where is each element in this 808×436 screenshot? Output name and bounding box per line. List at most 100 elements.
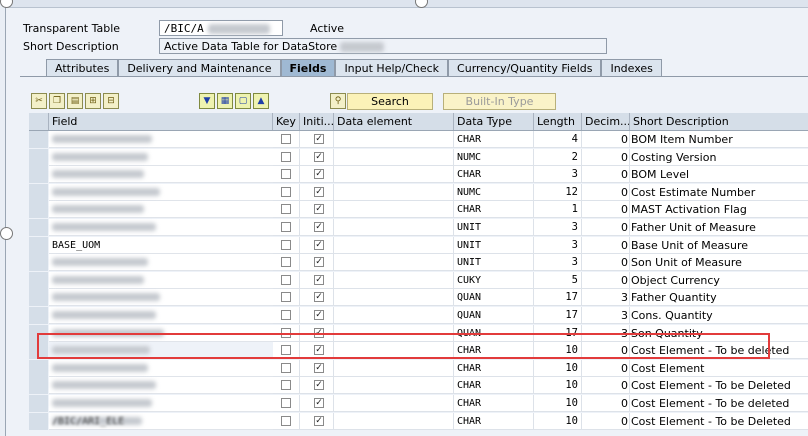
key-checkbox[interactable] [281, 257, 291, 268]
table-row[interactable]: ✓ CHAR 3 0 BOM Level [29, 166, 808, 185]
initial-cell[interactable]: ✓ [300, 201, 334, 219]
table-row[interactable]: ✓ CHAR 10 0 Cost Element - To be Deleted [29, 377, 808, 396]
search-button[interactable]: Search [347, 93, 433, 110]
length-cell[interactable]: 5 [534, 271, 582, 289]
data-element-cell[interactable] [334, 254, 454, 272]
initial-cell[interactable]: ✓ [300, 148, 334, 166]
initial-cell[interactable]: ✓ [300, 412, 334, 430]
row-selector[interactable] [29, 412, 48, 431]
column-header-field[interactable]: Field [49, 113, 273, 130]
key-cell[interactable] [273, 342, 300, 360]
field-name-cell[interactable] [49, 377, 273, 395]
initial-checkbox[interactable]: ✓ [314, 398, 324, 408]
decimals-cell[interactable]: 0 [582, 183, 630, 201]
key-cell[interactable] [273, 359, 300, 377]
decimals-cell[interactable]: 0 [582, 271, 630, 289]
row-selector[interactable] [29, 236, 48, 255]
row-selector[interactable] [29, 359, 48, 378]
initial-cell[interactable]: ✓ [300, 289, 334, 307]
decimals-cell[interactable]: 0 [582, 166, 630, 184]
key-cell[interactable] [273, 307, 300, 324]
length-cell[interactable]: 3 [534, 254, 582, 272]
table-row[interactable]: ✓ CHAR 10 0 Cost Element - To be deleted [29, 342, 808, 361]
key-checkbox[interactable] [281, 292, 291, 303]
tab-input-help-check[interactable]: Input Help/Check [335, 59, 449, 76]
table-row[interactable]: ✓ CHAR 10 0 Cost Element [29, 359, 808, 378]
initial-checkbox[interactable]: ✓ [314, 204, 324, 215]
decimals-cell[interactable]: 0 [582, 412, 630, 430]
data-type-cell[interactable]: CHAR [454, 166, 534, 184]
length-cell[interactable]: 17 [534, 324, 582, 342]
data-type-cell[interactable]: UNIT [454, 236, 534, 254]
data-element-cell[interactable] [334, 342, 454, 360]
length-cell[interactable]: 10 [534, 412, 582, 430]
key-cell[interactable] [273, 183, 300, 201]
table-row[interactable]: BASE_UOM ✓ UNIT 3 0 Base Unit of Measure [29, 236, 808, 255]
initial-checkbox[interactable]: ✓ [314, 274, 324, 285]
row-selector-header[interactable] [29, 113, 49, 130]
key-checkbox[interactable] [281, 345, 291, 356]
data-type-cell[interactable]: CHAR [454, 201, 534, 219]
initial-cell[interactable]: ✓ [300, 236, 334, 254]
decimals-cell[interactable]: 0 [582, 219, 630, 236]
length-cell[interactable]: 12 [534, 183, 582, 201]
length-cell[interactable]: 10 [534, 359, 582, 377]
row-selector[interactable] [29, 148, 48, 167]
data-type-cell[interactable]: NUMC [454, 183, 534, 201]
length-cell[interactable]: 10 [534, 395, 582, 412]
key-cell[interactable] [273, 271, 300, 289]
key-checkbox[interactable] [281, 362, 291, 373]
field-name-cell[interactable] [49, 342, 273, 360]
row-selector[interactable] [29, 131, 48, 149]
short-description-cell[interactable]: Cost Estimate Number [630, 183, 808, 201]
field-name-cell[interactable] [49, 183, 273, 201]
length-cell[interactable]: 3 [534, 166, 582, 184]
decimals-cell[interactable]: 0 [582, 148, 630, 166]
table-name-field[interactable]: /BIC/A [159, 20, 283, 36]
data-element-cell[interactable] [334, 412, 454, 430]
field-name-cell[interactable] [49, 324, 273, 342]
column-header-data-type[interactable]: Data Type [454, 113, 534, 130]
decimals-cell[interactable]: 0 [582, 254, 630, 272]
row-selector[interactable] [29, 166, 48, 185]
row-selector[interactable] [29, 254, 48, 273]
table-row[interactable]: ✓ CHAR 4 0 BOM Item Number [29, 131, 808, 149]
key-cell[interactable] [273, 219, 300, 236]
data-element-cell[interactable] [334, 236, 454, 254]
initial-checkbox[interactable]: ✓ [314, 151, 324, 162]
decimals-cell[interactable]: 0 [582, 201, 630, 219]
length-cell[interactable]: 17 [534, 289, 582, 307]
key-cell[interactable] [273, 412, 300, 430]
data-element-cell[interactable] [334, 395, 454, 412]
data-type-cell[interactable]: CHAR [454, 377, 534, 395]
data-element-cell[interactable] [334, 324, 454, 342]
row-selector[interactable] [29, 395, 48, 413]
row-selector[interactable] [29, 342, 48, 361]
short-description-cell[interactable]: Base Unit of Measure [630, 236, 808, 254]
row-selector[interactable] [29, 324, 48, 343]
delete-row-icon[interactable]: ⊟ [103, 93, 119, 109]
short-description-cell[interactable]: Object Currency [630, 271, 808, 289]
initial-checkbox[interactable]: ✓ [314, 186, 324, 197]
key-checkbox[interactable] [281, 204, 291, 215]
initial-cell[interactable]: ✓ [300, 307, 334, 324]
field-name-cell[interactable] [49, 148, 273, 166]
key-cell[interactable] [273, 236, 300, 254]
decimals-cell[interactable]: 0 [582, 359, 630, 377]
key-checkbox[interactable] [281, 274, 291, 285]
initial-cell[interactable]: ✓ [300, 131, 334, 148]
field-name-cell[interactable] [49, 271, 273, 289]
short-description-cell[interactable]: Son Quantity [630, 324, 808, 342]
key-cell[interactable] [273, 377, 300, 395]
data-element-cell[interactable] [334, 271, 454, 289]
data-type-cell[interactable]: NUMC [454, 148, 534, 166]
length-cell[interactable]: 3 [534, 236, 582, 254]
key-checkbox[interactable] [281, 134, 291, 144]
field-name-cell[interactable] [49, 166, 273, 184]
data-element-cell[interactable] [334, 377, 454, 395]
data-element-cell[interactable] [334, 289, 454, 307]
short-description-cell[interactable]: Father Quantity [630, 289, 808, 307]
field-name-cell[interactable] [49, 219, 273, 236]
initial-checkbox[interactable]: ✓ [314, 257, 324, 268]
column-header-data-element[interactable]: Data element [334, 113, 454, 130]
